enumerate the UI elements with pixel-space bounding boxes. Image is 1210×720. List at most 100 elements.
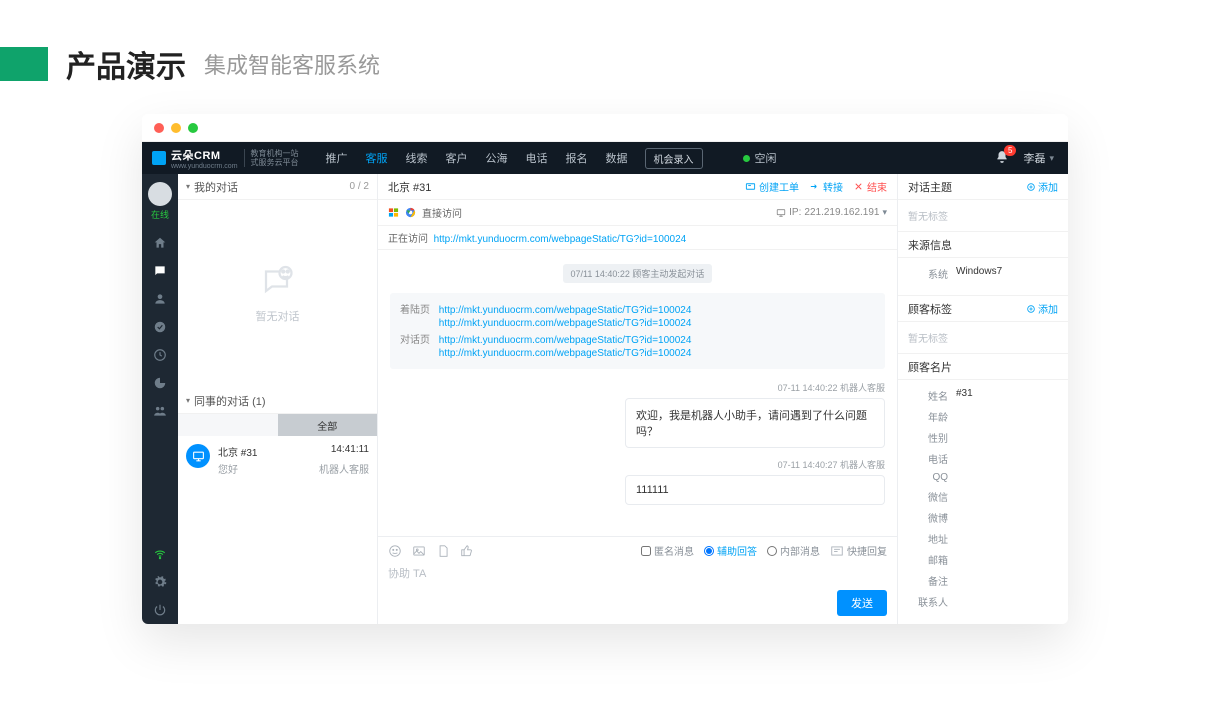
conversation-item[interactable]: 北京 #3114:41:11您好机器人客服 (178, 436, 377, 484)
rail-history[interactable] (142, 341, 178, 369)
rail-team[interactable] (142, 397, 178, 425)
windows-icon (388, 207, 399, 218)
chat-header: 北京 #31 创建工单 转接 结束 (378, 174, 897, 200)
page-visit-card: 着陆页 http://mkt.yunduocrm.com/webpageStat… (390, 293, 885, 369)
wifi-icon (153, 547, 167, 561)
emoji-icon[interactable] (388, 544, 402, 558)
topic-header: 对话主题 添加 (898, 174, 1068, 200)
end-button[interactable]: 结束 (853, 179, 887, 194)
brand-name: 云朵CRM (171, 147, 238, 163)
nav-item-5[interactable]: 电话 (517, 142, 557, 174)
landing-url[interactable]: http://mkt.yunduocrm.com/webpageStatic/T… (439, 305, 692, 316)
customer-card-header: 顾客名片 (898, 354, 1068, 380)
nav-item-1[interactable]: 客服 (357, 142, 397, 174)
user-menu[interactable]: 李磊 ▾ (1023, 150, 1054, 166)
my-conversations-header[interactable]: ▾ 我的对话 0 / 2 (178, 174, 377, 200)
notifications-button[interactable]: 5 (995, 150, 1009, 167)
tags-header: 顾客标签 添加 (898, 296, 1068, 322)
thumbs-up-icon[interactable] (460, 544, 474, 558)
nav-item-3[interactable]: 客户 (437, 142, 477, 174)
nav-item-4[interactable]: 公海 (477, 142, 517, 174)
colleague-conversations-header[interactable]: ▾ 同事的对话 (1) (178, 388, 377, 414)
transfer-button[interactable]: 转接 (809, 179, 843, 194)
chevron-down-icon[interactable]: ▾ (882, 207, 887, 218)
source-row: 系统Windows7 (908, 266, 1058, 281)
top-nav: 云朵CRM www.yunduocrm.com 教育机构一站式服务云平台 推广客… (142, 142, 1068, 174)
colleague-tab-empty[interactable] (178, 414, 278, 436)
maximize-icon[interactable] (188, 123, 198, 133)
plus-circle-icon (1026, 182, 1036, 192)
customer-field[interactable]: 姓名#31 (908, 388, 1058, 403)
assist-option[interactable]: 辅助回答 (704, 543, 757, 558)
file-icon[interactable] (436, 544, 450, 558)
customer-field[interactable]: 微博 (908, 510, 1058, 525)
close-icon (853, 181, 864, 192)
close-icon[interactable] (154, 123, 164, 133)
send-button[interactable]: 发送 (837, 590, 887, 616)
landing-url[interactable]: http://mkt.yunduocrm.com/webpageStatic/T… (439, 318, 692, 329)
add-tag-button[interactable]: 添加 (1026, 301, 1058, 316)
rail-chat[interactable] (142, 257, 178, 285)
chat-body[interactable]: 07/11 14:40:22 顾客主动发起对话 着陆页 http://mkt.y… (378, 250, 897, 536)
colleague-tabs: 全部 (178, 414, 377, 436)
home-icon (153, 236, 167, 250)
side-rail: 在线 (142, 174, 178, 624)
dialog-url[interactable]: http://mkt.yunduocrm.com/webpageStatic/T… (439, 348, 692, 359)
page-title: 产品演示 (66, 42, 186, 86)
record-opportunity-button[interactable]: 机会录入 (645, 148, 703, 169)
avatar[interactable] (148, 182, 172, 206)
collapse-icon: ▾ (186, 182, 190, 191)
customer-field[interactable]: 备注 (908, 573, 1058, 588)
rail-check[interactable] (142, 313, 178, 341)
internal-option[interactable]: 内部消息 (767, 543, 820, 558)
slide-heading: 产品演示 集成智能客服系统 (0, 0, 1210, 114)
customer-field[interactable]: 年龄 (908, 409, 1058, 424)
page-subtitle: 集成智能客服系统 (204, 48, 380, 80)
colleague-tab-all[interactable]: 全部 (278, 414, 378, 436)
chat-icon (153, 264, 167, 278)
customer-field[interactable]: 微信 (908, 489, 1058, 504)
rail-power[interactable] (142, 596, 178, 624)
rail-wifi[interactable] (142, 540, 178, 568)
gear-icon (153, 575, 167, 589)
nav-items: 推广客服线索客户公海电话报名数据 (317, 142, 637, 174)
current-url-bar: 正在访问 http://mkt.yunduocrm.com/webpageSta… (378, 226, 897, 250)
add-topic-button[interactable]: 添加 (1026, 179, 1058, 194)
rail-person[interactable] (142, 285, 178, 313)
nav-item-7[interactable]: 数据 (597, 142, 637, 174)
quick-reply-button[interactable]: 快捷回复 (830, 543, 887, 558)
create-ticket-button[interactable]: 创建工单 (745, 179, 799, 194)
accent-bar (0, 47, 48, 81)
message-input[interactable] (388, 568, 887, 580)
message-composer: 匿名消息 辅助回答 内部消息 快捷回复 发送 (378, 536, 897, 624)
customer-field[interactable]: QQ (908, 472, 1058, 483)
check-circle-icon (153, 320, 167, 334)
customer-field[interactable]: 邮箱 (908, 552, 1058, 567)
brand-site: www.yunduocrm.com (171, 163, 238, 170)
visitor-ip: IP: 221.219.162.191 ▾ (776, 207, 887, 218)
current-url-link[interactable]: http://mkt.yunduocrm.com/webpageStatic/T… (434, 234, 687, 245)
dialog-url[interactable]: http://mkt.yunduocrm.com/webpageStatic/T… (439, 335, 692, 346)
status-dot-icon (743, 155, 750, 162)
minimize-icon[interactable] (171, 123, 181, 133)
details-panel: 对话主题 添加 暂无标签 来源信息 系统Windows7 顾客标签 添加 暂无标… (898, 174, 1068, 624)
nav-item-2[interactable]: 线索 (397, 142, 437, 174)
chat-panel: 北京 #31 创建工单 转接 结束 (378, 174, 898, 624)
nav-item-0[interactable]: 推广 (317, 142, 357, 174)
anonymous-option[interactable]: 匿名消息 (641, 543, 694, 558)
customer-field[interactable]: 电话 (908, 451, 1058, 466)
nav-item-6[interactable]: 报名 (557, 142, 597, 174)
image-icon[interactable] (412, 544, 426, 558)
customer-field[interactable]: 联系人 (908, 594, 1058, 609)
customer-field[interactable]: 地址 (908, 531, 1058, 546)
rail-settings[interactable] (142, 568, 178, 596)
power-icon (153, 603, 167, 617)
rail-home[interactable] (142, 229, 178, 257)
message-meta: 07-11 14:40:27 机器人客服 (390, 458, 885, 471)
rail-stats[interactable] (142, 369, 178, 397)
availability-status[interactable]: 空闲 (743, 150, 777, 166)
brand-logo: 云朵CRM www.yunduocrm.com 教育机构一站式服务云平台 (142, 147, 309, 170)
customer-field[interactable]: 性别 (908, 430, 1058, 445)
chat-title: 北京 #31 (388, 179, 431, 195)
composer-toolbar: 匿名消息 辅助回答 内部消息 快捷回复 (378, 537, 897, 564)
